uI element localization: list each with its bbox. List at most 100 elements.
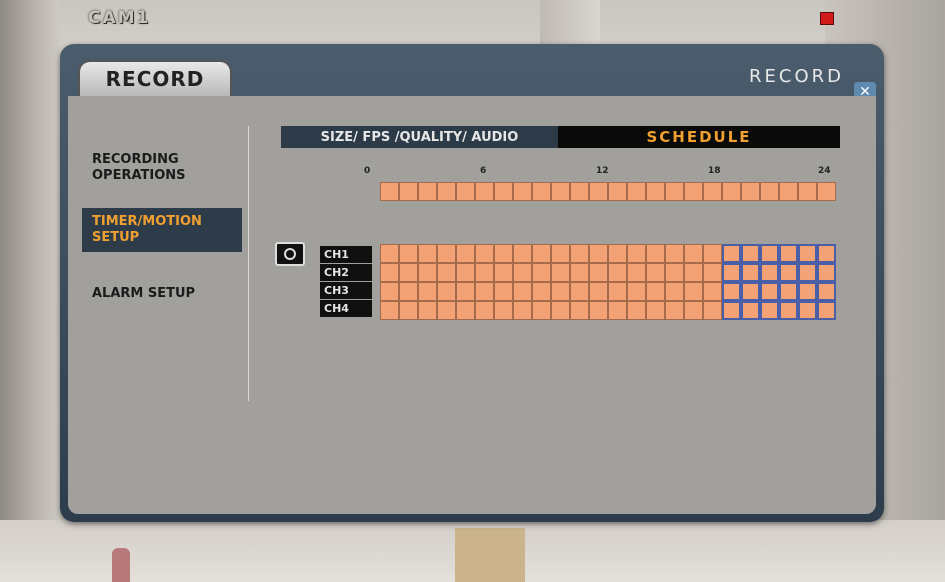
schedule-cell-ch4[interactable] (494, 301, 513, 320)
schedule-cell-ch4[interactable] (513, 301, 532, 320)
schedule-cell-ch3[interactable] (779, 282, 798, 301)
schedule-cell-ch4[interactable] (741, 301, 760, 320)
schedule-cell-ch4[interactable] (779, 301, 798, 320)
schedule-cell-ch2[interactable] (817, 263, 836, 282)
schedule-cell-ch2[interactable] (513, 263, 532, 282)
schedule-cell-ch2[interactable] (456, 263, 475, 282)
schedule-cell-ch2[interactable] (399, 263, 418, 282)
schedule-cell-ch2[interactable] (760, 263, 779, 282)
schedule-cell-ch3[interactable] (798, 282, 817, 301)
schedule-cell-ch2[interactable] (722, 263, 741, 282)
schedule-cell-ch3[interactable] (703, 282, 722, 301)
schedule-cell-ch1[interactable] (798, 244, 817, 263)
schedule-channel-grid[interactable] (380, 244, 836, 320)
schedule-cell-ch1[interactable] (703, 244, 722, 263)
schedule-cell-ch4[interactable] (665, 301, 684, 320)
schedule-cell-ch1[interactable] (684, 244, 703, 263)
schedule-cell-ch3[interactable] (646, 282, 665, 301)
menu-item-timer-motion-setup[interactable]: TIMER/MOTION SETUP (82, 208, 242, 252)
schedule-cell[interactable] (703, 182, 722, 201)
schedule-cell-ch1[interactable] (627, 244, 646, 263)
schedule-cell-ch4[interactable] (627, 301, 646, 320)
schedule-cell-ch3[interactable] (817, 282, 836, 301)
schedule-cell-ch4[interactable] (817, 301, 836, 320)
tab-schedule[interactable]: SCHEDULE (558, 126, 840, 148)
schedule-cell[interactable] (513, 182, 532, 201)
schedule-cell-ch1[interactable] (570, 244, 589, 263)
schedule-cell-ch1[interactable] (513, 244, 532, 263)
schedule-cell-ch1[interactable] (551, 244, 570, 263)
schedule-cell-ch2[interactable] (551, 263, 570, 282)
schedule-cell-ch1[interactable] (418, 244, 437, 263)
schedule-cell-ch3[interactable] (380, 282, 399, 301)
schedule-cell[interactable] (551, 182, 570, 201)
schedule-cell-ch4[interactable] (532, 301, 551, 320)
schedule-cell[interactable] (418, 182, 437, 201)
schedule-cell-ch2[interactable] (741, 263, 760, 282)
schedule-cell-ch4[interactable] (570, 301, 589, 320)
schedule-cell-ch1[interactable] (665, 244, 684, 263)
schedule-cell-ch3[interactable] (589, 282, 608, 301)
schedule-cell[interactable] (627, 182, 646, 201)
schedule-cell-ch2[interactable] (475, 263, 494, 282)
menu-item-alarm-setup[interactable]: ALARM SETUP (82, 280, 242, 308)
schedule-cell[interactable] (475, 182, 494, 201)
schedule-cell[interactable] (684, 182, 703, 201)
schedule-cell[interactable] (456, 182, 475, 201)
schedule-cell-ch3[interactable] (532, 282, 551, 301)
schedule-cell-ch2[interactable] (418, 263, 437, 282)
schedule-cell-ch3[interactable] (456, 282, 475, 301)
schedule-cell-ch1[interactable] (760, 244, 779, 263)
schedule-cell-ch3[interactable] (513, 282, 532, 301)
schedule-cell-ch3[interactable] (399, 282, 418, 301)
schedule-cell-ch1[interactable] (494, 244, 513, 263)
schedule-cell-ch1[interactable] (608, 244, 627, 263)
schedule-cell-ch2[interactable] (437, 263, 456, 282)
schedule-cell[interactable] (665, 182, 684, 201)
schedule-all-row[interactable] (380, 182, 836, 201)
schedule-cell[interactable] (817, 182, 836, 201)
schedule-cell-ch3[interactable] (722, 282, 741, 301)
schedule-cell-ch3[interactable] (741, 282, 760, 301)
schedule-cell-ch1[interactable] (722, 244, 741, 263)
schedule-cell-ch2[interactable] (532, 263, 551, 282)
schedule-cell-ch1[interactable] (456, 244, 475, 263)
schedule-cell-ch4[interactable] (437, 301, 456, 320)
menu-item-recording-operations[interactable]: RECORDING OPERATIONS (82, 146, 242, 190)
schedule-cell-ch3[interactable] (608, 282, 627, 301)
schedule-cell[interactable] (798, 182, 817, 201)
schedule-cell[interactable] (570, 182, 589, 201)
schedule-cell-ch4[interactable] (399, 301, 418, 320)
schedule-cell-ch3[interactable] (627, 282, 646, 301)
schedule-cell-ch2[interactable] (627, 263, 646, 282)
schedule-cell[interactable] (589, 182, 608, 201)
schedule-cell-ch2[interactable] (589, 263, 608, 282)
schedule-cell-ch4[interactable] (589, 301, 608, 320)
schedule-cell-ch3[interactable] (760, 282, 779, 301)
schedule-cell-ch2[interactable] (608, 263, 627, 282)
schedule-cell-ch4[interactable] (456, 301, 475, 320)
schedule-cell-ch4[interactable] (722, 301, 741, 320)
schedule-cell-ch1[interactable] (475, 244, 494, 263)
schedule-cell-ch2[interactable] (380, 263, 399, 282)
schedule-cell[interactable] (760, 182, 779, 201)
schedule-cell[interactable] (741, 182, 760, 201)
schedule-cell-ch4[interactable] (703, 301, 722, 320)
schedule-cell-ch3[interactable] (684, 282, 703, 301)
schedule-cell-ch3[interactable] (570, 282, 589, 301)
schedule-cell[interactable] (722, 182, 741, 201)
schedule-cell-ch1[interactable] (589, 244, 608, 263)
schedule-cell-ch3[interactable] (551, 282, 570, 301)
schedule-cell-ch2[interactable] (570, 263, 589, 282)
schedule-cell[interactable] (380, 182, 399, 201)
schedule-cell-ch1[interactable] (779, 244, 798, 263)
schedule-cell-ch1[interactable] (532, 244, 551, 263)
schedule-cell-ch2[interactable] (779, 263, 798, 282)
camera-icon[interactable] (275, 242, 305, 266)
schedule-cell[interactable] (532, 182, 551, 201)
schedule-cell-ch4[interactable] (608, 301, 627, 320)
schedule-cell-ch2[interactable] (798, 263, 817, 282)
schedule-cell-ch4[interactable] (475, 301, 494, 320)
tab-size-fps-quality-audio[interactable]: SIZE/ FPS /QUALITY/ AUDIO (281, 126, 558, 148)
schedule-cell-ch3[interactable] (665, 282, 684, 301)
